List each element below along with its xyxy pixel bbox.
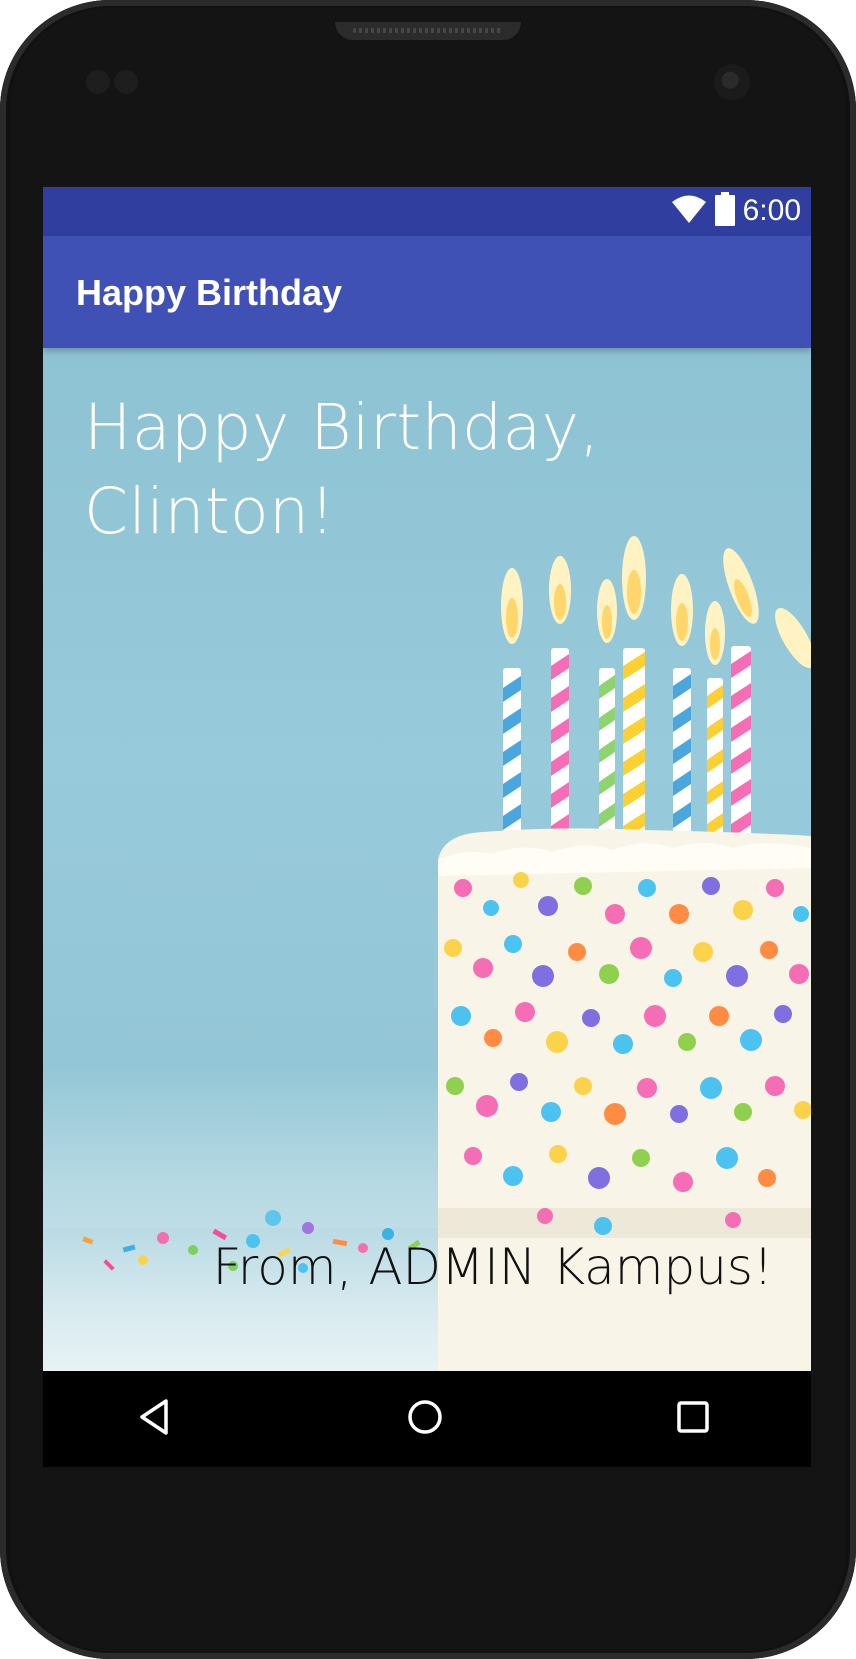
- proximity-sensor: [86, 70, 110, 94]
- birthday-card: Happy Birthday, Clinton! From, ADMIN Kam…: [43, 348, 811, 1371]
- home-icon: [405, 1397, 445, 1442]
- status-icons: 6:00: [671, 191, 801, 230]
- home-button[interactable]: [401, 1395, 449, 1443]
- wifi-icon: [671, 193, 707, 230]
- signature-text: From, ADMIN Kampus!: [212, 1238, 773, 1296]
- recents-button[interactable]: [669, 1395, 717, 1443]
- battery-icon: [714, 191, 735, 231]
- earpiece-speaker: [335, 22, 521, 40]
- device-screen: 6:00 Happy Birthday Happy Birthday, Clin…: [43, 187, 811, 1467]
- phone-frame: 6:00 Happy Birthday Happy Birthday, Clin…: [0, 0, 856, 1659]
- front-camera: [714, 64, 750, 100]
- back-icon: [135, 1397, 175, 1442]
- app-bar: Happy Birthday: [43, 236, 811, 348]
- status-bar: 6:00: [43, 187, 811, 236]
- status-time: 6:00: [742, 194, 801, 227]
- recents-icon: [673, 1397, 713, 1442]
- candles: [501, 536, 811, 840]
- navigation-bar: [43, 1371, 811, 1467]
- light-sensor: [114, 70, 138, 94]
- birthday-greeting: Happy Birthday, Clinton!: [84, 391, 600, 548]
- app-title: Happy Birthday: [76, 272, 343, 313]
- back-button[interactable]: [131, 1395, 179, 1443]
